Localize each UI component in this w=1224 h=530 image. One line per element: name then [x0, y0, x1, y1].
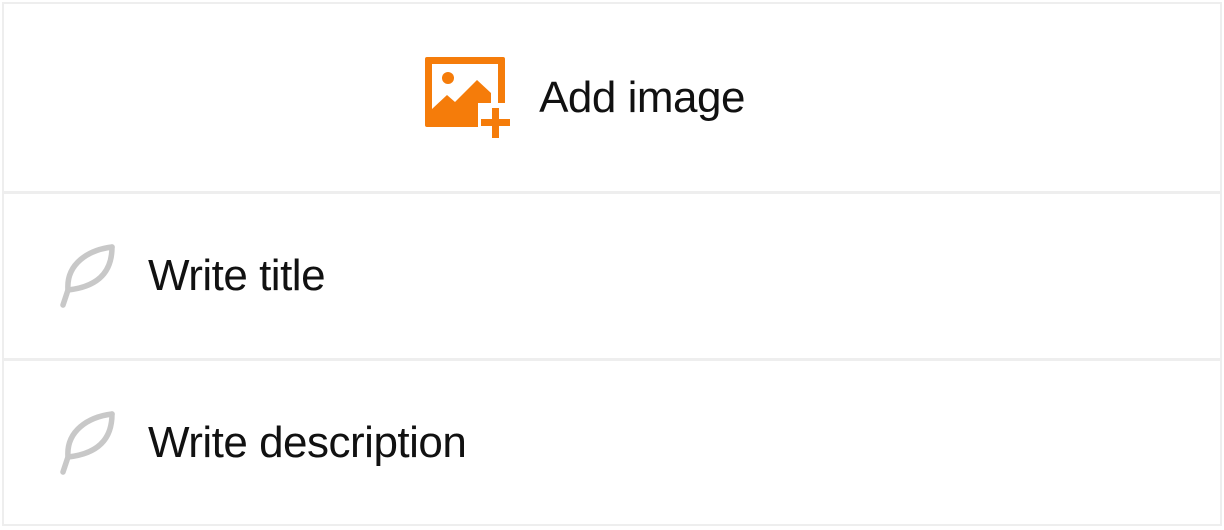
title-field[interactable]: Write title	[4, 194, 1220, 361]
feather-icon	[60, 244, 115, 308]
description-field-label: Write description	[148, 417, 467, 467]
description-field[interactable]: Write description	[4, 361, 1220, 524]
add-image-label: Add image	[539, 72, 745, 122]
feather-icon	[60, 410, 115, 475]
add-image-content: Add image	[425, 56, 745, 139]
title-field-label: Write title	[148, 251, 326, 300]
post-editor-card: Add image Write title Write description	[2, 2, 1222, 526]
image-add-icon	[425, 56, 511, 138]
add-image-button[interactable]: Add image	[4, 4, 1220, 194]
